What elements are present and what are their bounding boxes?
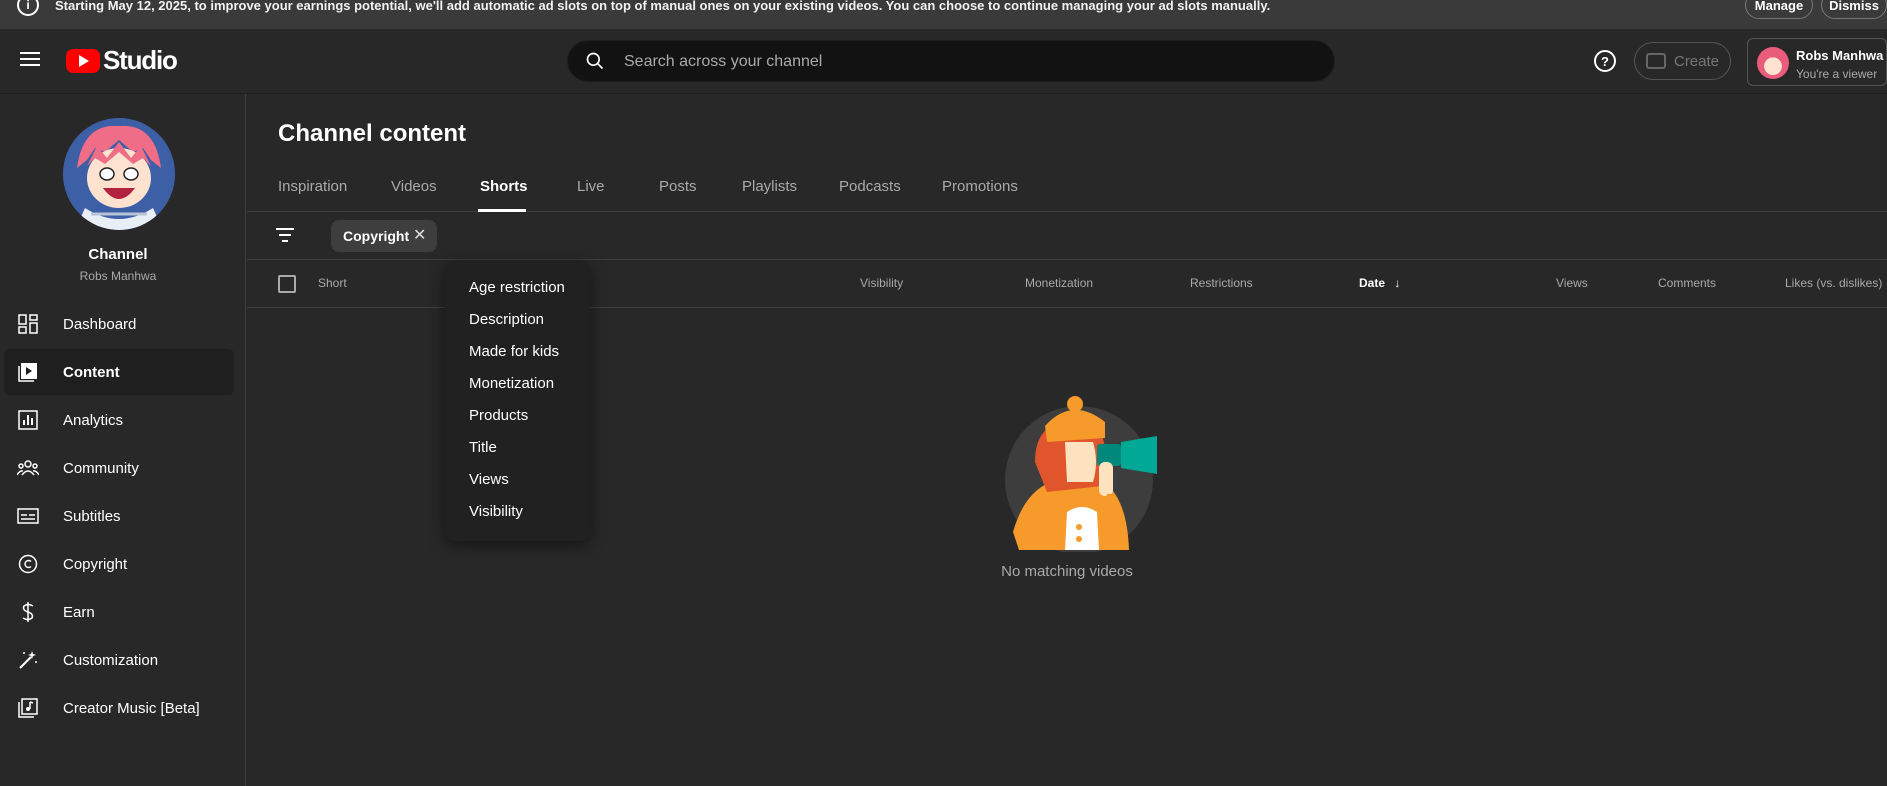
tab-podcasts[interactable]: Podcasts: [839, 178, 901, 195]
column-likes: Likes (vs. dislikes): [1785, 276, 1883, 290]
sidebar-item-label: Creator Music [Beta]: [63, 699, 200, 717]
sidebar-item-copyright[interactable]: Copyright: [4, 541, 234, 587]
sidebar-item-label: Community: [63, 459, 139, 477]
search-input[interactable]: [624, 51, 1274, 73]
sidebar-item-label: Content: [63, 363, 120, 381]
manage-button[interactable]: Manage: [1745, 0, 1813, 19]
youtube-logo-icon: [66, 48, 100, 73]
filter-bar: Copyright ✕: [247, 212, 1887, 260]
tab-live[interactable]: Live: [577, 178, 605, 195]
page-title: Channel content: [278, 120, 467, 147]
account-name: Robs Manhwa: [1796, 48, 1884, 63]
banner-message: Starting May 12, 2025, to improve your e…: [55, 0, 1271, 13]
copyright-icon: [17, 553, 39, 575]
sidebar-item-label: Analytics: [63, 411, 124, 429]
sidebar-item-creator-music[interactable]: Creator Music [Beta]: [4, 685, 234, 731]
menu-item-made-for-kids[interactable]: Made for kids: [469, 343, 559, 360]
sidebar-item-content[interactable]: Content: [4, 349, 234, 395]
content-icon: [17, 361, 39, 383]
tab-posts[interactable]: Posts: [659, 178, 697, 195]
sidebar-item-analytics[interactable]: Analytics: [4, 397, 234, 443]
sidebar-item-subtitles[interactable]: Subtitles: [4, 493, 234, 539]
sidebar-item-community[interactable]: Community: [4, 445, 234, 491]
account-role: You're a viewer: [1796, 67, 1878, 81]
menu-item-title[interactable]: Title: [469, 439, 497, 456]
create-video-icon: [1645, 53, 1666, 69]
tab-inspiration[interactable]: Inspiration: [278, 178, 347, 195]
account-switcher[interactable]: Robs Manhwa You're a viewer: [1747, 38, 1887, 86]
filter-icon[interactable]: [276, 228, 294, 242]
studio-logo[interactable]: Studio: [66, 45, 178, 76]
tab-promotions[interactable]: Promotions: [942, 178, 1018, 195]
community-icon: [17, 457, 39, 479]
sidebar-item-label: Dashboard: [63, 315, 137, 333]
menu-item-visibility[interactable]: Visibility: [469, 503, 523, 520]
sidebar: Channel Robs Manhwa Dashboard Content An…: [0, 94, 246, 786]
sidebar-item-dashboard[interactable]: Dashboard: [4, 301, 234, 347]
content-tabs: Inspiration Videos Shorts Live Posts Pla…: [247, 164, 1887, 212]
tab-videos[interactable]: Videos: [391, 178, 437, 195]
sidebar-item-customization[interactable]: Customization: [4, 637, 234, 683]
column-date-label: Date: [1359, 276, 1386, 290]
menu-item-description[interactable]: Description: [469, 311, 544, 328]
dismiss-button[interactable]: Dismiss: [1821, 0, 1887, 19]
sidebar-item-earn[interactable]: Earn: [4, 589, 234, 635]
column-visibility: Visibility: [860, 276, 904, 290]
empty-state-illustration: [1005, 396, 1157, 552]
subtitles-icon: [17, 505, 39, 527]
tab-shorts[interactable]: Shorts: [480, 178, 528, 195]
sidebar-item-label: Earn: [63, 603, 95, 621]
help-icon[interactable]: ?: [1594, 50, 1616, 72]
analytics-icon: [17, 409, 39, 431]
top-header: Studio ? Create Robs Manhwa You're a vie…: [0, 29, 1887, 94]
search-icon: [586, 52, 604, 70]
sidebar-item-label: Copyright: [63, 555, 128, 573]
column-comments: Comments: [1658, 276, 1717, 290]
column-restrictions: Restrictions: [1190, 276, 1253, 290]
menu-item-products[interactable]: Products: [469, 407, 528, 424]
filter-chip-label: Copyright: [343, 228, 410, 244]
channel-avatar[interactable]: [63, 118, 175, 230]
channel-name: Robs Manhwa: [79, 269, 157, 283]
create-button[interactable]: Create: [1634, 42, 1731, 80]
info-icon: i: [17, 0, 39, 16]
select-all-checkbox[interactable]: [278, 275, 296, 293]
menu-item-views[interactable]: Views: [469, 471, 509, 488]
tab-playlists[interactable]: Playlists: [742, 178, 797, 195]
customization-icon: [17, 649, 39, 671]
empty-state-text: No matching videos: [1001, 563, 1133, 580]
create-label: Create: [1673, 52, 1720, 70]
close-icon[interactable]: ✕: [413, 228, 426, 244]
column-monetization: Monetization: [1025, 276, 1094, 290]
sidebar-item-label: Customization: [63, 651, 159, 669]
creator-music-icon: [17, 697, 39, 719]
menu-item-monetization[interactable]: Monetization: [469, 375, 554, 392]
logo-text: Studio: [103, 45, 178, 75]
earn-icon: [17, 601, 39, 623]
announcement-banner: i Starting May 12, 2025, to improve your…: [0, 0, 1887, 29]
filter-dropdown-menu: Age restriction Description Made for kid…: [445, 261, 590, 541]
search-bar[interactable]: [567, 40, 1335, 82]
menu-icon[interactable]: [20, 52, 40, 66]
column-date[interactable]: Date ↓: [1359, 276, 1400, 290]
menu-item-age-restriction[interactable]: Age restriction: [469, 279, 565, 296]
channel-label: Channel: [88, 246, 148, 263]
column-short: Short: [318, 276, 347, 290]
avatar: [1757, 47, 1789, 79]
dashboard-icon: [17, 313, 39, 335]
column-views: Views: [1556, 276, 1588, 290]
sidebar-item-label: Subtitles: [63, 507, 121, 525]
filter-chip-copyright[interactable]: Copyright ✕: [331, 220, 437, 252]
arrow-down-icon: ↓: [1394, 276, 1401, 290]
